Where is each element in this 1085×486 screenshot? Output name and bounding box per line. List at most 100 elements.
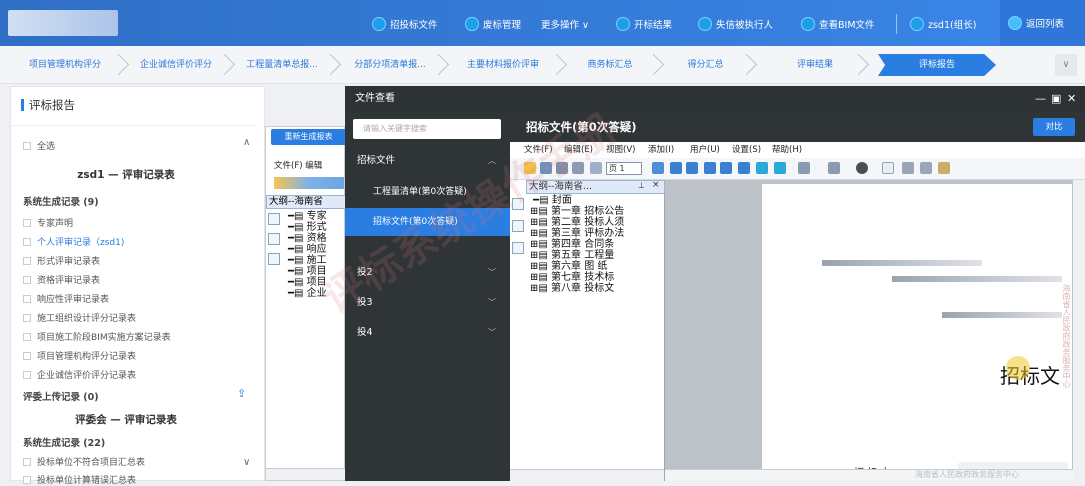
nav-tender-files[interactable]: 招投标文件 <box>372 15 438 33</box>
maximize-icon[interactable]: ▣ <box>1051 92 1061 106</box>
menu-view[interactable]: 视图(V) <box>606 142 635 158</box>
menu-user[interactable]: 用户(U) <box>690 142 720 158</box>
fit-icon[interactable] <box>670 162 682 174</box>
pin-icon[interactable]: ⊥ <box>638 181 645 190</box>
scroll-down-icon[interactable]: ∨ <box>243 457 250 468</box>
forward-icon[interactable] <box>828 162 840 174</box>
nav-more-actions[interactable]: 更多操作 ∨ <box>541 15 589 33</box>
tree-item[interactable]: ━▤ 项目 <box>288 277 327 288</box>
tree-item[interactable]: ⊞▤ 第三章 评标办法 <box>530 228 624 239</box>
close-outline-icon[interactable]: × <box>652 180 660 190</box>
horizontal-scrollbar[interactable] <box>510 469 664 481</box>
upload-icon[interactable]: ⇪ <box>237 387 246 400</box>
preview-toolbar[interactable] <box>274 177 344 189</box>
tree-item[interactable]: ━▤ 施工 <box>288 255 327 266</box>
list-item[interactable]: 施工组织设计评分记录表 <box>23 311 136 324</box>
checkbox[interactable] <box>23 142 31 150</box>
collapse-icon[interactable]: ∧ <box>243 137 250 148</box>
minimize-icon[interactable]: — <box>1035 92 1046 106</box>
page-view-icon[interactable] <box>686 162 698 174</box>
prev-page-icon[interactable] <box>590 162 602 174</box>
doc-item-tender-file[interactable]: 招标文件(第0次答疑) <box>345 208 510 236</box>
group-tender-files[interactable]: 招标文件 ︿ <box>345 146 510 176</box>
pen-icon[interactable] <box>902 162 914 174</box>
export-icon[interactable] <box>938 162 950 174</box>
tab-business-summary[interactable]: 商务标汇总 <box>565 54 655 76</box>
tab-evaluation-report[interactable]: 评标报告 <box>878 54 996 76</box>
menu-settings[interactable]: 设置(S) <box>732 142 761 158</box>
tab-review-result[interactable]: 评审结果 <box>770 54 860 76</box>
tree-item[interactable]: ━▤ 形式 <box>288 222 327 233</box>
save-icon[interactable] <box>540 162 552 174</box>
tree-item[interactable]: ⊞▤ 第五章 工程量 <box>530 250 624 261</box>
find-icon[interactable] <box>572 162 584 174</box>
list-item[interactable]: 个人评审记录（zsd1) <box>23 235 124 248</box>
next-page-icon[interactable] <box>652 162 664 174</box>
fit-width-icon[interactable] <box>774 162 786 174</box>
list-item[interactable]: 项目管理机构评分记录表 <box>23 349 136 362</box>
list-item[interactable]: 投标单位不符合项目汇总表 <box>23 455 145 468</box>
nav-opening-result[interactable]: 开标结果 <box>616 15 672 33</box>
return-list-button[interactable]: 返回列表 <box>1000 0 1085 46</box>
group-bid-4[interactable]: 投4 ﹀ <box>345 318 510 348</box>
menu-edit[interactable]: 编辑(E) <box>564 142 593 158</box>
compare-button[interactable]: 对比 <box>1033 118 1075 136</box>
menu-help[interactable]: 帮助(H) <box>772 142 802 158</box>
tabs-more-button[interactable]: ∨ <box>1055 54 1077 76</box>
menu-file[interactable]: 文件(F) <box>524 142 553 158</box>
open-icon[interactable] <box>524 162 536 174</box>
tree-item[interactable]: ⊞▤ 第六章 图 纸 <box>530 261 624 272</box>
menu-add[interactable]: 添加(I) <box>648 142 674 158</box>
tab-credit-score[interactable]: 企业诚信评价评分 <box>126 54 226 76</box>
tab-score-summary[interactable]: 得分汇总 <box>663 54 748 76</box>
regenerate-report-button[interactable]: 重新生成报表 <box>271 129 346 145</box>
person-icon[interactable] <box>268 253 280 265</box>
list-item[interactable]: 资格评审记录表 <box>23 273 100 286</box>
group-bid-3[interactable]: 投3 ﹀ <box>345 288 510 318</box>
tree-item[interactable]: ⊞▤ 第四章 合同条 <box>530 239 624 250</box>
page-icon[interactable] <box>268 213 280 225</box>
zoom-out-icon[interactable] <box>720 162 732 174</box>
list-item[interactable]: 专家声明 <box>23 216 73 229</box>
tree-item[interactable]: ⊞▤ 第二章 投标人须 <box>530 217 624 228</box>
preview-menu[interactable]: 文件(F) 编辑 <box>274 159 322 171</box>
rotate-icon[interactable] <box>738 162 750 174</box>
tab-bill-quotation[interactable]: 工程量清单总报... <box>232 54 332 76</box>
tab-project-management-score[interactable]: 项目管理机构评分 <box>10 54 120 76</box>
person-icon[interactable] <box>512 242 524 254</box>
user-sign-icon[interactable] <box>920 162 932 174</box>
doc-item-bill-quantities[interactable]: 工程量清单(第0次答疑) <box>345 178 510 206</box>
tree-item[interactable]: ━▤ 专家 <box>288 211 327 222</box>
back-icon[interactable] <box>798 162 810 174</box>
group-bid-2[interactable]: 投2 ﹀ <box>345 258 510 288</box>
page-icon[interactable] <box>512 198 524 210</box>
tree-item[interactable]: ━▤ 项目 <box>288 266 327 277</box>
tree-item[interactable]: ━▤ 企业 <box>288 288 327 299</box>
nav-dishonest-list[interactable]: 失信被执行人 <box>698 15 773 33</box>
nav-bim-files[interactable]: 查看BIM文件 <box>801 15 875 33</box>
grid-icon[interactable] <box>512 220 524 232</box>
tab-itemized-bill[interactable]: 分部分项清单报... <box>340 54 440 76</box>
tree-item[interactable]: ━▤ 响应 <box>288 244 327 255</box>
horizontal-scrollbar[interactable] <box>266 468 346 480</box>
page-number-field[interactable]: 页 1 <box>606 162 642 175</box>
search-input[interactable]: 请输入关键字搜索 <box>353 119 501 139</box>
close-icon[interactable]: ✕ <box>1067 92 1076 106</box>
select-all-checkbox[interactable]: 全选 <box>23 139 55 152</box>
hand-tool-icon[interactable] <box>882 162 894 174</box>
tree-item[interactable]: ⊞▤ 第七章 技术标 <box>530 272 624 283</box>
list-item[interactable]: 形式评审记录表 <box>23 254 100 267</box>
fullscreen-icon[interactable] <box>756 162 768 174</box>
list-item[interactable]: 项目施工阶段BIM实施方案记录表 <box>23 330 171 343</box>
stamp-icon[interactable] <box>856 162 868 174</box>
tree-item[interactable]: ━▤ 资格 <box>288 233 327 244</box>
vertical-scrollbar[interactable] <box>1073 180 1085 481</box>
tree-item[interactable]: ━▤ 封面 <box>530 195 624 206</box>
print-icon[interactable] <box>556 162 568 174</box>
list-item[interactable]: 投标单位计算错误汇总表 <box>23 473 136 486</box>
zoom-in-icon[interactable] <box>704 162 716 174</box>
grid-icon[interactable] <box>268 233 280 245</box>
tree-item[interactable]: ⊞▤ 第八章 投标文 <box>530 283 624 294</box>
tree-item[interactable]: ⊞▤ 第一章 招标公告 <box>530 206 624 217</box>
list-item[interactable]: 企业诚信评价评分记录表 <box>23 368 136 381</box>
